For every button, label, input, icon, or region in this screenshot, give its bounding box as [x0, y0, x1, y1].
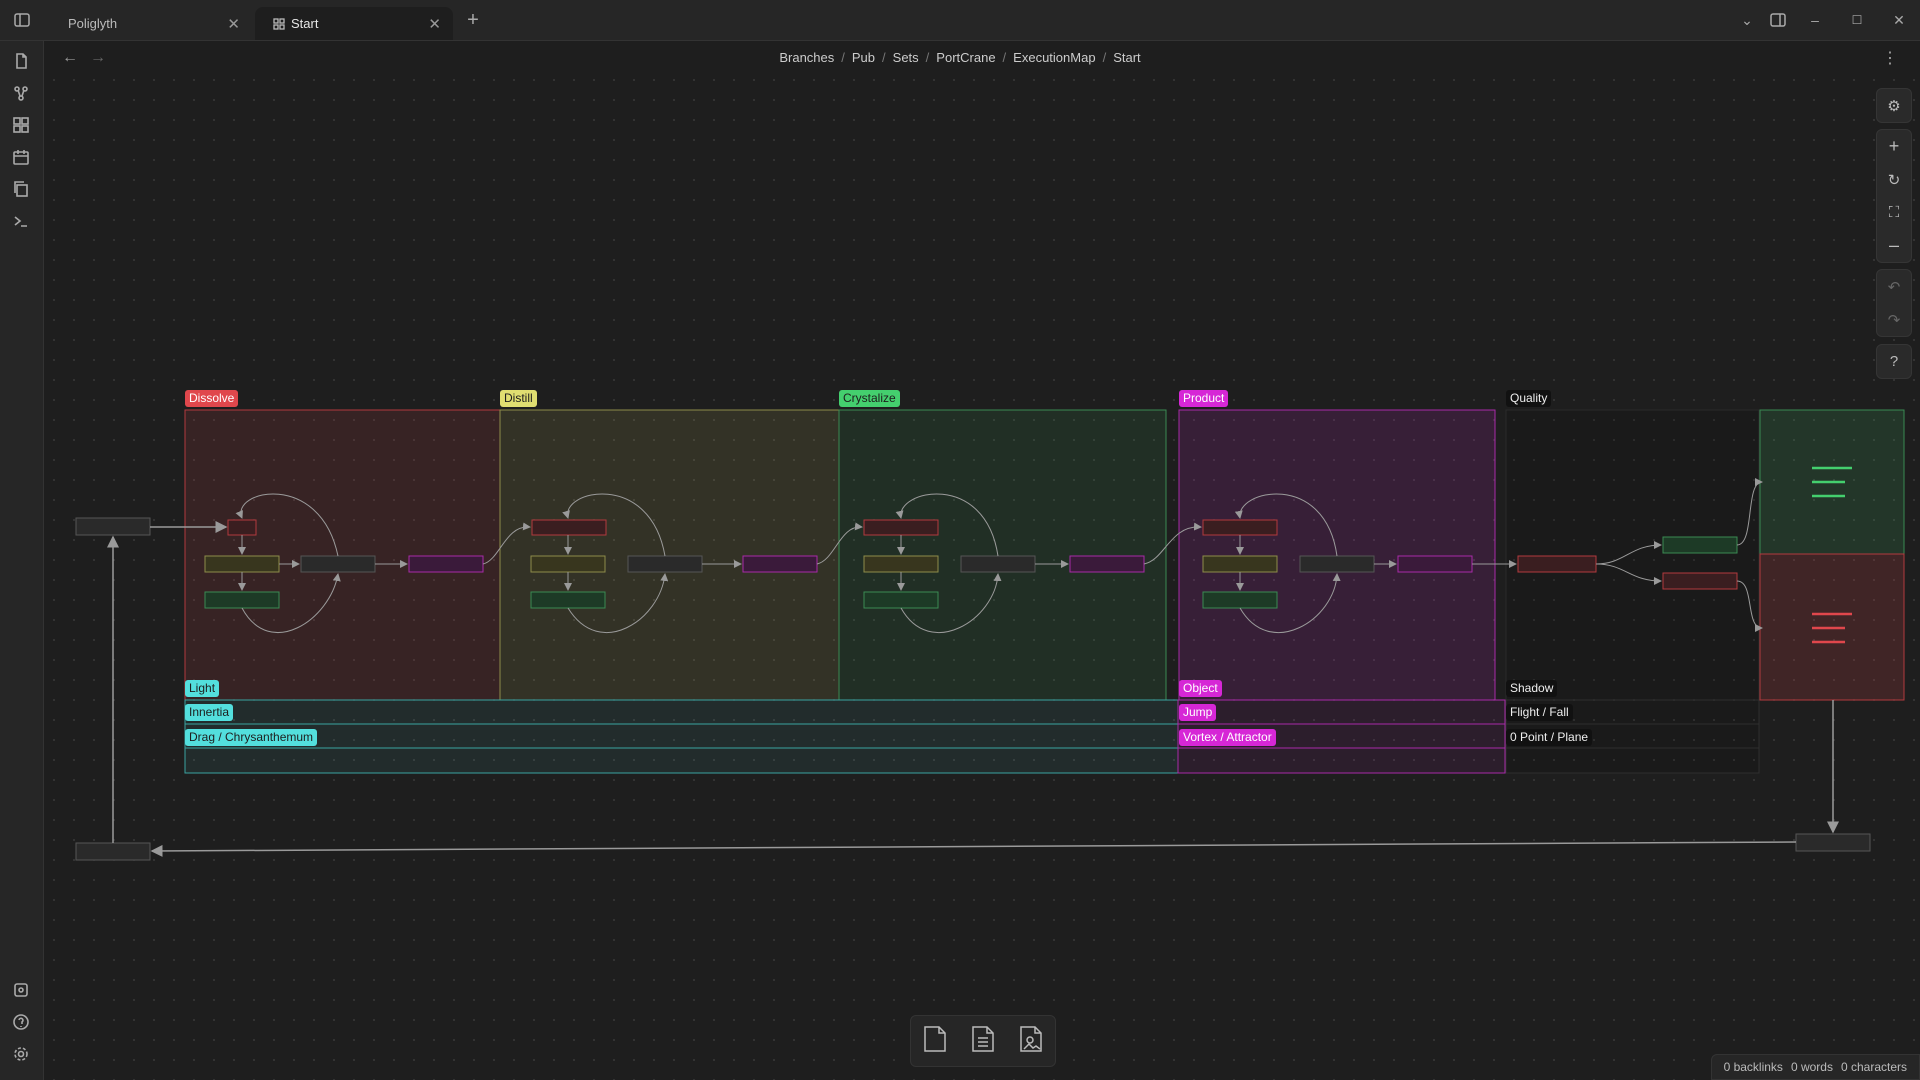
- group-quality[interactable]: [1505, 409, 1760, 701]
- tab-label: Poliglyth: [68, 16, 118, 31]
- new-tab-icon[interactable]: +: [463, 9, 483, 31]
- graph-icon[interactable]: [11, 83, 31, 103]
- vault-icon[interactable]: [11, 980, 31, 1000]
- group-label-crystalize[interactable]: Crystalize: [839, 390, 900, 407]
- help-group: ?: [1876, 344, 1912, 379]
- history-controls: ↶ ↷: [1876, 269, 1912, 337]
- breadcrumb-item[interactable]: Branches: [779, 50, 834, 65]
- group-label-innertia[interactable]: Innertia: [185, 704, 234, 721]
- group-label-jump[interactable]: Jump: [1179, 704, 1217, 721]
- zoom-to-fit-icon[interactable]: ⛶: [1877, 196, 1911, 229]
- tab-label: Start: [291, 16, 319, 31]
- canvas-graph: [75, 409, 1905, 861]
- word-count: 0 words: [1790, 1060, 1833, 1074]
- copy-icon[interactable]: [11, 179, 31, 199]
- group-label-flight[interactable]: Flight / Fall: [1506, 704, 1573, 721]
- group-label-dissolve[interactable]: Dissolve: [185, 390, 239, 407]
- exit-node[interactable]: [1795, 833, 1871, 852]
- group-label-vortex[interactable]: Vortex / Attractor: [1179, 729, 1276, 746]
- canvas-area[interactable]: Dissolve Distill Crystalize Product Qual…: [44, 70, 1920, 1080]
- chevron-down-icon[interactable]: ⌄: [1737, 10, 1757, 30]
- group-label-shadow[interactable]: Shadow: [1506, 680, 1558, 697]
- canvas-icon[interactable]: [11, 115, 31, 135]
- close-icon[interactable]: ✕: [227, 15, 240, 33]
- settings-gear-icon[interactable]: ⚙: [1877, 89, 1911, 122]
- group-label-product[interactable]: Product: [1179, 390, 1229, 407]
- group-distill[interactable]: [499, 409, 840, 701]
- zoom-in-icon[interactable]: +: [1877, 130, 1911, 163]
- add-card-icon[interactable]: [922, 1025, 948, 1058]
- breadcrumb-item[interactable]: Start: [1113, 50, 1140, 65]
- group-label-light[interactable]: Light: [185, 680, 220, 697]
- zoom-out-icon[interactable]: –: [1877, 229, 1911, 262]
- add-note-icon[interactable]: [970, 1025, 996, 1058]
- split-view-icon[interactable]: [1768, 10, 1788, 30]
- status-bar: 0 backlinks 0 words 0 characters: [1710, 1054, 1920, 1080]
- title-bar: Poliglyth ✕ Start ✕ + ⌄ – ☐ ✕: [0, 0, 1920, 41]
- redo-icon[interactable]: ↷: [1877, 303, 1911, 336]
- tab-poliglyth[interactable]: Poliglyth ✕: [50, 7, 252, 40]
- character-count: 0 characters: [1840, 1060, 1907, 1074]
- calendar-icon[interactable]: [11, 147, 31, 167]
- return-node[interactable]: [75, 842, 151, 861]
- group-label-object[interactable]: Object: [1179, 680, 1222, 697]
- settings-gear-icon[interactable]: [11, 1044, 31, 1064]
- group-label-drag[interactable]: Drag / Chrysanthemum: [185, 729, 318, 746]
- minimize-icon[interactable]: –: [1805, 10, 1825, 30]
- entry-node[interactable]: [75, 517, 151, 536]
- sidebar-toggle-icon[interactable]: [12, 10, 32, 30]
- add-media-icon[interactable]: [1018, 1025, 1044, 1058]
- group-crystalize[interactable]: [838, 409, 1167, 701]
- more-options-icon[interactable]: ⋮: [1882, 48, 1898, 68]
- group-label-quality[interactable]: Quality: [1506, 390, 1552, 407]
- maximize-icon[interactable]: ☐: [1847, 10, 1867, 30]
- close-icon[interactable]: ✕: [428, 15, 441, 33]
- reset-zoom-icon[interactable]: ↻: [1877, 163, 1911, 196]
- tab-start[interactable]: Start ✕: [255, 7, 453, 40]
- left-ribbon: [0, 41, 44, 1080]
- canvas-icon: [273, 17, 285, 30]
- help-icon[interactable]: [11, 1012, 31, 1032]
- group-label-distill[interactable]: Distill: [500, 390, 537, 407]
- zoom-controls: + ↻ ⛶ –: [1876, 129, 1912, 263]
- window-close-icon[interactable]: ✕: [1889, 10, 1909, 30]
- undo-icon[interactable]: ↶: [1877, 270, 1911, 303]
- card-toolbar: [910, 1015, 1056, 1067]
- breadcrumb: Branches / Pub / Sets / PortCrane / ExecutionMap…: [779, 50, 1141, 65]
- breadcrumb-item[interactable]: Pub: [852, 50, 875, 65]
- group-label-point[interactable]: 0 Point / Plane: [1506, 729, 1593, 746]
- group-light[interactable]: [184, 699, 1179, 774]
- canvas-settings-group: ⚙: [1876, 88, 1912, 123]
- breadcrumb-item[interactable]: Sets: [893, 50, 919, 65]
- help-icon[interactable]: ?: [1877, 345, 1911, 378]
- breadcrumb-item[interactable]: ExecutionMap: [1013, 50, 1095, 65]
- backlinks-count[interactable]: 0 backlinks: [1724, 1060, 1783, 1074]
- group-dissolve[interactable]: [184, 409, 501, 701]
- terminal-icon[interactable]: [11, 211, 31, 231]
- breadcrumb-item[interactable]: PortCrane: [936, 50, 995, 65]
